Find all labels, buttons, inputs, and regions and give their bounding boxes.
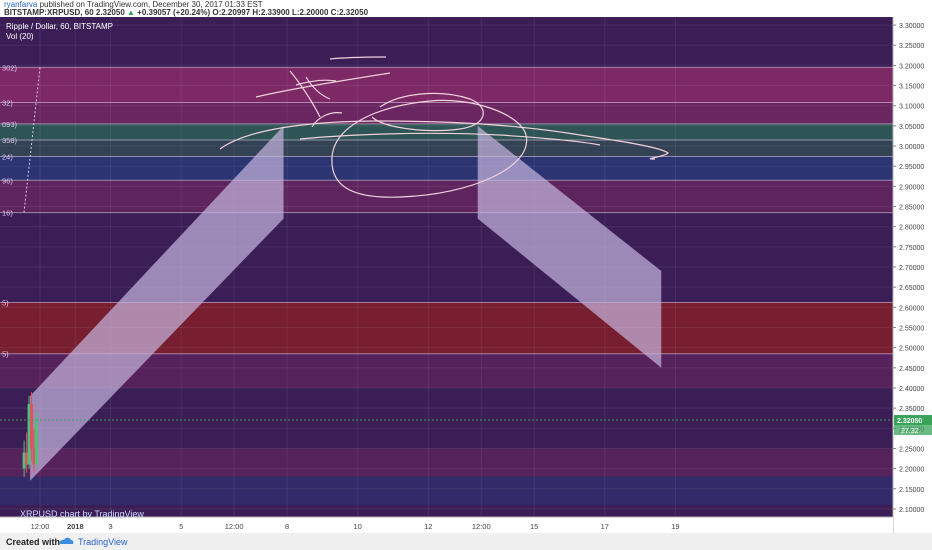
chart-header: ryanfarva published on TradingView.com, … [0, 0, 932, 17]
created-with-label: Created with [6, 537, 61, 547]
price-tick-label: 2.25000 [899, 446, 924, 453]
price-tick-label: 2.10000 [899, 507, 924, 514]
watermark: XRPUSD chart by TradingView [20, 509, 144, 519]
fib-band [0, 156, 893, 181]
price-tick-label: 2.75000 [899, 245, 924, 252]
fib-level-label: 302) [2, 63, 18, 72]
price-tick-label: 2.35000 [899, 406, 924, 413]
price-chart[interactable]: 302) 32) 093) 358) 24) 96) 16) 5) 5) 3.30000 3.25… [0, 17, 932, 533]
price-tick-label: 2.15000 [899, 487, 924, 494]
price-tick-label: 2.95000 [899, 164, 924, 171]
candle-body [34, 420, 38, 465]
price-tick-label: 2.45000 [899, 366, 924, 373]
price-tick-label: 2.20000 [899, 467, 924, 474]
fib-level-label: 5) [2, 298, 9, 307]
time-tick-label: 17 [601, 522, 609, 531]
fib-band [0, 67, 893, 103]
price-tick-label: 3.15000 [899, 84, 924, 91]
fib-band [0, 476, 893, 505]
time-tick-label: 8 [285, 522, 289, 531]
time-tick-label: 3 [109, 522, 113, 531]
price-tick-label: 2.50000 [899, 346, 924, 353]
fib-level-label: 96) [2, 176, 13, 185]
fib-level-label: 16) [2, 209, 13, 218]
symbol-line: BITSTAMP:XRPUSD, 60 2.32050 [4, 8, 125, 17]
price-tick-label: 3.00000 [899, 144, 924, 151]
fib-band [0, 139, 893, 157]
symbol-info: BITSTAMP:XRPUSD, 60 2.32050 ▲ +0.39057 (… [4, 8, 368, 17]
price-axis[interactable]: 3.30000 3.25000 3.20000 3.15000 3.10000 3.050… [892, 17, 932, 533]
time-tick-label: 12:00 [225, 522, 244, 531]
time-tick-label: 12 [424, 522, 432, 531]
volume-label: 27.32 [901, 428, 919, 435]
price-tick-label: 2.55000 [899, 325, 924, 332]
legend-volume: Vol (20) [6, 32, 34, 41]
price-tick-label: 3.30000 [899, 23, 924, 30]
time-axis-background [0, 517, 893, 533]
fib-level-label: 358) [2, 136, 18, 145]
price-tick-label: 3.05000 [899, 124, 924, 131]
candle-body [30, 404, 34, 449]
up-arrow-icon: ▲ [127, 8, 135, 17]
price-tick-label: 2.70000 [899, 265, 924, 272]
tradingview-logo-icon [59, 537, 74, 544]
price-tick-label: 2.85000 [899, 205, 924, 212]
footer: Created with TradingView [0, 533, 932, 550]
legend-pair: Ripple / Dollar, 60, BITSTAMP [6, 22, 113, 31]
price-tick-label: 3.25000 [899, 43, 924, 50]
time-axis[interactable]: 12:00 2018 3 5 12:00 8 10 12 12:00 15 17 19 [0, 516, 893, 533]
price-tick-label: 2.80000 [899, 225, 924, 232]
price-change: +0.39057 (+20.24%) [137, 8, 211, 17]
fib-band [0, 180, 893, 213]
fib-level-label: 093) [2, 120, 18, 129]
price-tick-label: 2.60000 [899, 305, 924, 312]
fib-level-label: 5) [2, 350, 9, 359]
chart-area[interactable]: 302) 32) 093) 358) 24) 96) 16) 5) 5) 3.30000 3.25… [0, 17, 932, 533]
ohlc-values: O:2.20997 H:2.33900 L:2.20000 C:2.32050 [212, 8, 369, 17]
time-tick-label: 19 [671, 522, 679, 531]
fib-level-label: 24) [2, 153, 13, 162]
price-tick-label: 2.40000 [899, 386, 924, 393]
fib-band [0, 448, 893, 477]
time-tick-label: 5 [179, 522, 183, 531]
time-tick-label: 10 [354, 522, 362, 531]
price-tick-label: 2.65000 [899, 285, 924, 292]
price-axis-background [893, 17, 932, 533]
price-tick-label: 2.90000 [899, 184, 924, 191]
time-tick-label: 15 [530, 522, 538, 531]
time-tick-label: 12:00 [31, 522, 50, 531]
time-tick-label: 12:00 [472, 522, 491, 531]
last-price-label: 2.32050 [897, 418, 922, 425]
time-tick-label: 2018 [67, 522, 84, 531]
tradingview-brand-link[interactable]: TradingView [78, 537, 128, 547]
price-tick-label: 3.20000 [899, 63, 924, 70]
fib-level-label: 32) [2, 98, 13, 107]
price-tick-label: 3.10000 [899, 104, 924, 111]
